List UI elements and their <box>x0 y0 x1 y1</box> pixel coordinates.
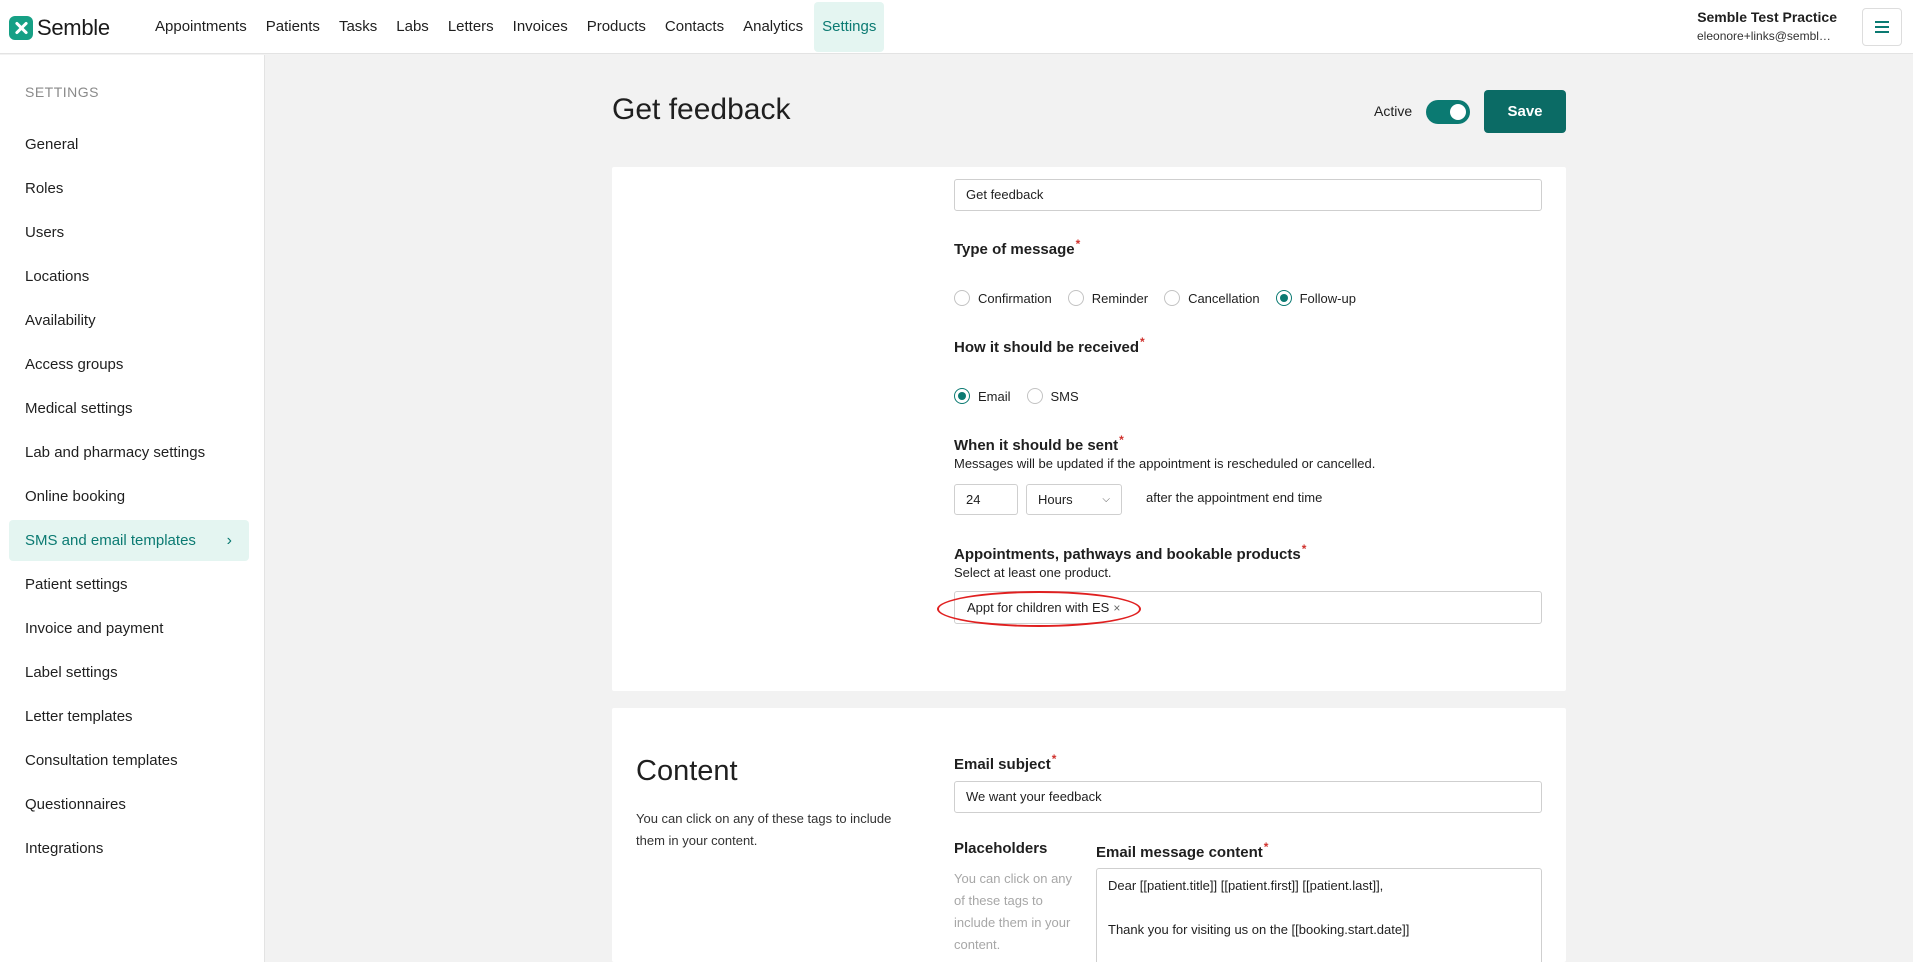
nav-products[interactable]: Products <box>579 2 654 52</box>
sidebar-item-label: SMS and email templates <box>25 532 196 549</box>
sidebar-item-medical-settings[interactable]: Medical settings <box>9 388 249 429</box>
sidebar-item-label-settings[interactable]: Label settings <box>9 652 249 693</box>
send-unit-select[interactable]: Hours ⌵ <box>1026 484 1122 515</box>
nav-letters[interactable]: Letters <box>440 2 502 52</box>
sidebar-item-sms-email-templates[interactable]: SMS and email templates › <box>9 520 249 561</box>
hamburger-menu-button[interactable] <box>1862 8 1902 46</box>
nav-labs[interactable]: Labs <box>388 2 437 52</box>
page-title: Get feedback <box>612 93 791 126</box>
radio-cancellation[interactable]: Cancellation <box>1164 290 1260 306</box>
nav-appointments[interactable]: Appointments <box>147 2 255 52</box>
annotation-highlight-ellipse <box>937 591 1141 627</box>
how-received-options: Email SMS <box>954 388 1095 404</box>
how-received-label: How it should be received* <box>954 335 1145 356</box>
send-suffix-text: after the appointment end time <box>1146 490 1323 505</box>
radio-sms[interactable]: SMS <box>1026 388 1079 404</box>
email-message-textarea[interactable]: Dear [[patient.title]] [[patient.first]]… <box>1096 868 1542 962</box>
radio-reminder[interactable]: Reminder <box>1067 290 1148 306</box>
sidebar-item-consultation-templates[interactable]: Consultation templates <box>9 740 249 781</box>
active-label: Active <box>1374 103 1413 119</box>
content-title: Content <box>636 755 738 787</box>
sidebar-item-invoice-payment[interactable]: Invoice and payment <box>9 608 249 649</box>
sidebar-item-roles[interactable]: Roles <box>9 168 249 209</box>
account-info[interactable]: Semble Test Practice eleonore+links@semb… <box>1697 9 1837 43</box>
nav-settings[interactable]: Settings <box>814 2 885 52</box>
radio-circle <box>1275 290 1292 306</box>
email-subject-input[interactable]: We want your feedback <box>954 781 1542 813</box>
sidebar-item-locations[interactable]: Locations <box>9 256 249 297</box>
hamburger-icon <box>1875 21 1889 23</box>
sidebar-item-general[interactable]: General <box>9 124 249 165</box>
radio-circle <box>954 388 970 404</box>
nav-invoices[interactable]: Invoices <box>505 2 576 52</box>
sidebar-item-lab-pharmacy[interactable]: Lab and pharmacy settings <box>9 432 249 473</box>
settings-sidebar: SETTINGS General Roles Users Locations A… <box>0 55 265 962</box>
account-email: eleonore+links@semble.i... <box>1697 29 1837 43</box>
radio-email[interactable]: Email <box>954 388 1011 404</box>
active-toggle[interactable] <box>1426 100 1470 124</box>
type-of-message-label: Type of message* <box>954 237 1081 258</box>
brand-name: Semble <box>37 15 110 40</box>
semble-logo-icon <box>9 16 33 40</box>
practice-name: Semble Test Practice <box>1697 9 1837 25</box>
placeholders-label: Placeholders <box>954 840 1048 857</box>
sidebar-item-letter-templates[interactable]: Letter templates <box>9 696 249 737</box>
nav-patients[interactable]: Patients <box>258 2 328 52</box>
products-hint: Select at least one product. <box>954 565 1112 580</box>
chevron-down-icon: ⌵ <box>1102 494 1110 505</box>
radio-circle <box>1164 290 1181 306</box>
semble-logo[interactable]: Semble <box>9 15 110 41</box>
message-line: Dear [[patient.title]] [[patient.first]]… <box>1108 878 1384 893</box>
nav-contacts[interactable]: Contacts <box>657 2 732 52</box>
sidebar-item-patient-settings[interactable]: Patient settings <box>9 564 249 605</box>
email-subject-label: Email subject* <box>954 752 1057 773</box>
radio-confirmation[interactable]: Confirmation <box>954 290 1052 306</box>
radio-circle <box>1067 290 1084 306</box>
sidebar-item-availability[interactable]: Availability <box>9 300 249 341</box>
sidebar-item-users[interactable]: Users <box>9 212 249 253</box>
radio-circle <box>954 290 970 306</box>
sidebar-item-online-booking[interactable]: Online booking <box>9 476 249 517</box>
sidebar-list: General Roles Users Locations Availabili… <box>9 124 249 872</box>
when-sent-hint: Messages will be updated if the appointm… <box>954 456 1376 471</box>
radio-circle <box>1026 388 1043 404</box>
sidebar-heading: SETTINGS <box>25 84 100 100</box>
template-name-input[interactable]: Get feedback <box>954 179 1542 211</box>
placeholders-description: You can click on any of these tags to in… <box>954 871 1073 952</box>
nav-tasks[interactable]: Tasks <box>331 2 385 52</box>
main-nav: Appointments Patients Tasks Labs Letters… <box>147 0 887 54</box>
sidebar-item-access-groups[interactable]: Access groups <box>9 344 249 385</box>
email-message-label: Email message content* <box>1096 840 1269 861</box>
nav-analytics[interactable]: Analytics <box>735 2 811 52</box>
content-description: You can click on any of these tags to in… <box>636 811 892 848</box>
type-of-message-options: Confirmation Reminder Cancellation Follo… <box>954 290 1372 306</box>
save-button[interactable]: Save <box>1484 90 1566 133</box>
sidebar-item-integrations[interactable]: Integrations <box>9 828 249 869</box>
send-amount-input[interactable]: 24 <box>954 484 1018 515</box>
products-label: Appointments, pathways and bookable prod… <box>954 542 1307 563</box>
message-line: Thank you for visiting us on the [[booki… <box>1108 922 1410 937</box>
when-sent-label: When it should be sent* <box>954 433 1124 454</box>
top-navigation-bar: Semble Appointments Patients Tasks Labs … <box>0 0 1913 54</box>
radio-follow-up[interactable]: Follow-up <box>1275 290 1356 306</box>
chevron-right-icon: › <box>226 532 232 549</box>
sidebar-item-questionnaires[interactable]: Questionnaires <box>9 784 249 825</box>
